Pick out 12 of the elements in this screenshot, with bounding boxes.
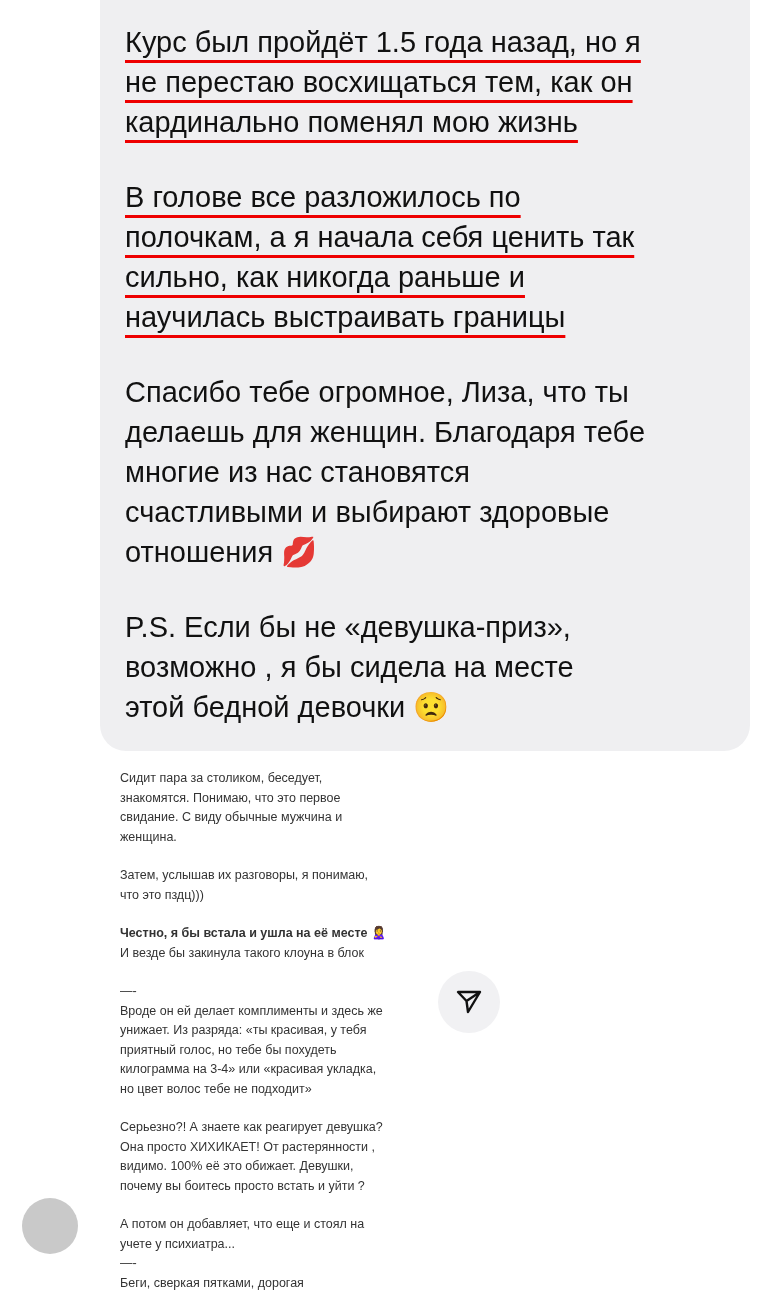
send-icon [456,989,482,1015]
message-paragraph: Спасибо тебе огромное, Лиза, что ты делаешь для женщин. Благодаря тебе многие из нас становятся счастливыми и выбирают здоровые отношения 💋 [125,375,646,570]
post-paragraph: Честно, я бы встала и ушла на её месте 🙎‍♀ И везде бы закинула такого клоуна в блок [120,925,388,962]
message-paragraph: В голове все разложилось по полочкам, а я начала себя ценить так сильно, как никогда раньше и научилась выстраивать границы [125,180,636,335]
post-paragraph: —- Вроде он ей делает комплименты и здесь же унижает. Из разряда: «ты красивая, у тебя приятный голос, но тебе бы похудеть килограмма на 3-4» или «красивая укладка, но цвет волос тебе не подходит» [120,983,384,1098]
message-paragraph: P.S. Если бы не «девушка-приз», возможно , я бы сидела на месте этой бедной девочки 😟 [125,610,575,725]
post-paragraph: Сидит пара за столиком, беседует, знакомятся. Понимаю, что это первое свидание. С виду обычные мужчина и женщина. [120,770,344,846]
message-paragraph: Курс был пройдёт 1.5 года назад, но я не перестаю восхищаться тем, как он кардинально поменял мою жизнь [125,25,642,140]
avatar-placeholder [22,1198,78,1254]
post-paragraph: Серьезно?! А знаете как реагирует девушка? Она просто ХИХИКАЕТ! От растерянности , видимо. 100% её это обижает. Девушки, почему вы боитесь просто встать и уйти ? [120,1119,384,1195]
post-paragraph: А потом он добавляет, что еще и стоял на учете у психиатра... —- Беги, сверкая пятками, дорогая [120,1216,366,1292]
post-paragraph: Затем, услышав их разговоры, я понимаю, что это пздц))) [120,867,370,904]
